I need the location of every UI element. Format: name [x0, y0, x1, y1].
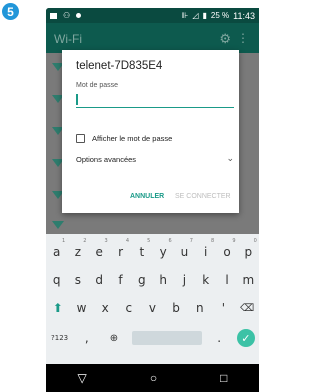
- keyboard-row-1: a1 z2 e3 r4 t5 y6 u7 i8 o9 p0: [46, 238, 259, 264]
- key-apostrophe[interactable]: ': [214, 301, 233, 315]
- page-title: Wi-Fi: [54, 32, 82, 46]
- key-f[interactable]: f: [111, 273, 130, 287]
- key-s[interactable]: s: [68, 273, 87, 287]
- show-password-label: Afficher le mot de passe: [92, 134, 173, 143]
- key-w[interactable]: w: [72, 301, 91, 315]
- navigation-bar: ▽ ○ □: [46, 364, 259, 392]
- back-icon[interactable]: ▽: [78, 371, 87, 385]
- password-label: Mot de passe: [76, 82, 119, 89]
- key-x[interactable]: x: [96, 301, 115, 315]
- key-c[interactable]: c: [119, 301, 138, 315]
- enter-check-icon[interactable]: ✓: [236, 329, 255, 347]
- text-cursor: [76, 94, 78, 105]
- keyboard-row-3: ⬆ w x c v b n ' ⌫: [46, 296, 259, 320]
- key-d[interactable]: d: [90, 273, 109, 287]
- clock: 11:43: [233, 10, 255, 21]
- network-name: telenet-7D835E4: [76, 60, 163, 72]
- key-u[interactable]: u7: [175, 238, 194, 259]
- space-bar[interactable]: [131, 331, 202, 345]
- key-a[interactable]: a1: [47, 238, 66, 259]
- key-y[interactable]: y6: [154, 238, 173, 259]
- notification-icon: [50, 12, 57, 19]
- battery-percent: 25 %: [210, 11, 230, 20]
- key-l[interactable]: l: [218, 273, 237, 287]
- status-bar: ⚇ ⊪ ◿ ▮ 25 % 11:43: [46, 8, 259, 23]
- key-t[interactable]: t5: [132, 238, 151, 259]
- show-password-checkbox[interactable]: [76, 134, 85, 143]
- step-number-badge: 5: [2, 3, 19, 20]
- backspace-icon[interactable]: ⌫: [238, 303, 257, 314]
- key-k[interactable]: k: [196, 273, 215, 287]
- key-q[interactable]: q: [47, 273, 66, 287]
- key-p[interactable]: p0: [239, 238, 258, 259]
- chevron-down-icon: ⌄: [226, 153, 234, 163]
- vibrate-icon: ⊪: [181, 11, 189, 20]
- recents-icon[interactable]: □: [220, 371, 227, 385]
- wifi-signal-icon: [52, 219, 64, 229]
- data-saver-icon: ⚇: [63, 11, 71, 20]
- on-screen-keyboard: a1 z2 e3 r4 t5 y6 u7 i8 o9 p0 q s d f g …: [46, 234, 259, 364]
- phone-screen: ⚇ ⊪ ◿ ▮ 25 % 11:43 Wi-Fi ⚙ ⋮ telenet-7D8…: [46, 8, 259, 392]
- cancel-button[interactable]: ANNULER: [130, 193, 164, 200]
- key-g[interactable]: g: [132, 273, 151, 287]
- gear-icon[interactable]: ⚙: [219, 31, 231, 47]
- keyboard-row-2: q s d f g h j k l m: [46, 268, 259, 292]
- key-m[interactable]: m: [239, 273, 258, 287]
- connect-button[interactable]: SE CONNECTER: [175, 193, 231, 200]
- key-i[interactable]: i8: [196, 238, 215, 259]
- status-dot-icon: [76, 13, 82, 18]
- key-comma[interactable]: ,: [77, 331, 96, 345]
- advanced-options-label: Options avancées: [76, 155, 137, 164]
- password-input[interactable]: [76, 91, 234, 108]
- more-options-icon[interactable]: ⋮: [237, 31, 249, 45]
- wifi-password-dialog: telenet-7D835E4 Mot de passe Afficher le…: [62, 50, 239, 213]
- key-r[interactable]: r4: [111, 238, 130, 259]
- advanced-options-row[interactable]: Options avancées ⌄: [76, 153, 234, 164]
- key-n[interactable]: n: [190, 301, 209, 315]
- key-v[interactable]: v: [143, 301, 162, 315]
- signal-icon: ◿: [192, 11, 199, 20]
- battery-icon: ▮: [202, 11, 207, 20]
- app-bar: Wi-Fi ⚙ ⋮: [46, 23, 259, 53]
- symbols-key[interactable]: ?123: [50, 334, 69, 342]
- key-b[interactable]: b: [167, 301, 186, 315]
- shift-icon[interactable]: ⬆: [48, 301, 67, 315]
- key-j[interactable]: j: [175, 273, 194, 287]
- globe-icon[interactable]: ⊕: [104, 333, 123, 344]
- keyboard-row-4: ?123 , ⊕ . ✓: [46, 326, 259, 350]
- key-h[interactable]: h: [154, 273, 173, 287]
- key-o[interactable]: o9: [218, 238, 237, 259]
- show-password-row[interactable]: Afficher le mot de passe: [76, 134, 172, 143]
- key-e[interactable]: e3: [90, 238, 109, 259]
- key-period[interactable]: .: [210, 331, 229, 345]
- key-z[interactable]: z2: [68, 238, 87, 259]
- home-icon[interactable]: ○: [150, 371, 157, 385]
